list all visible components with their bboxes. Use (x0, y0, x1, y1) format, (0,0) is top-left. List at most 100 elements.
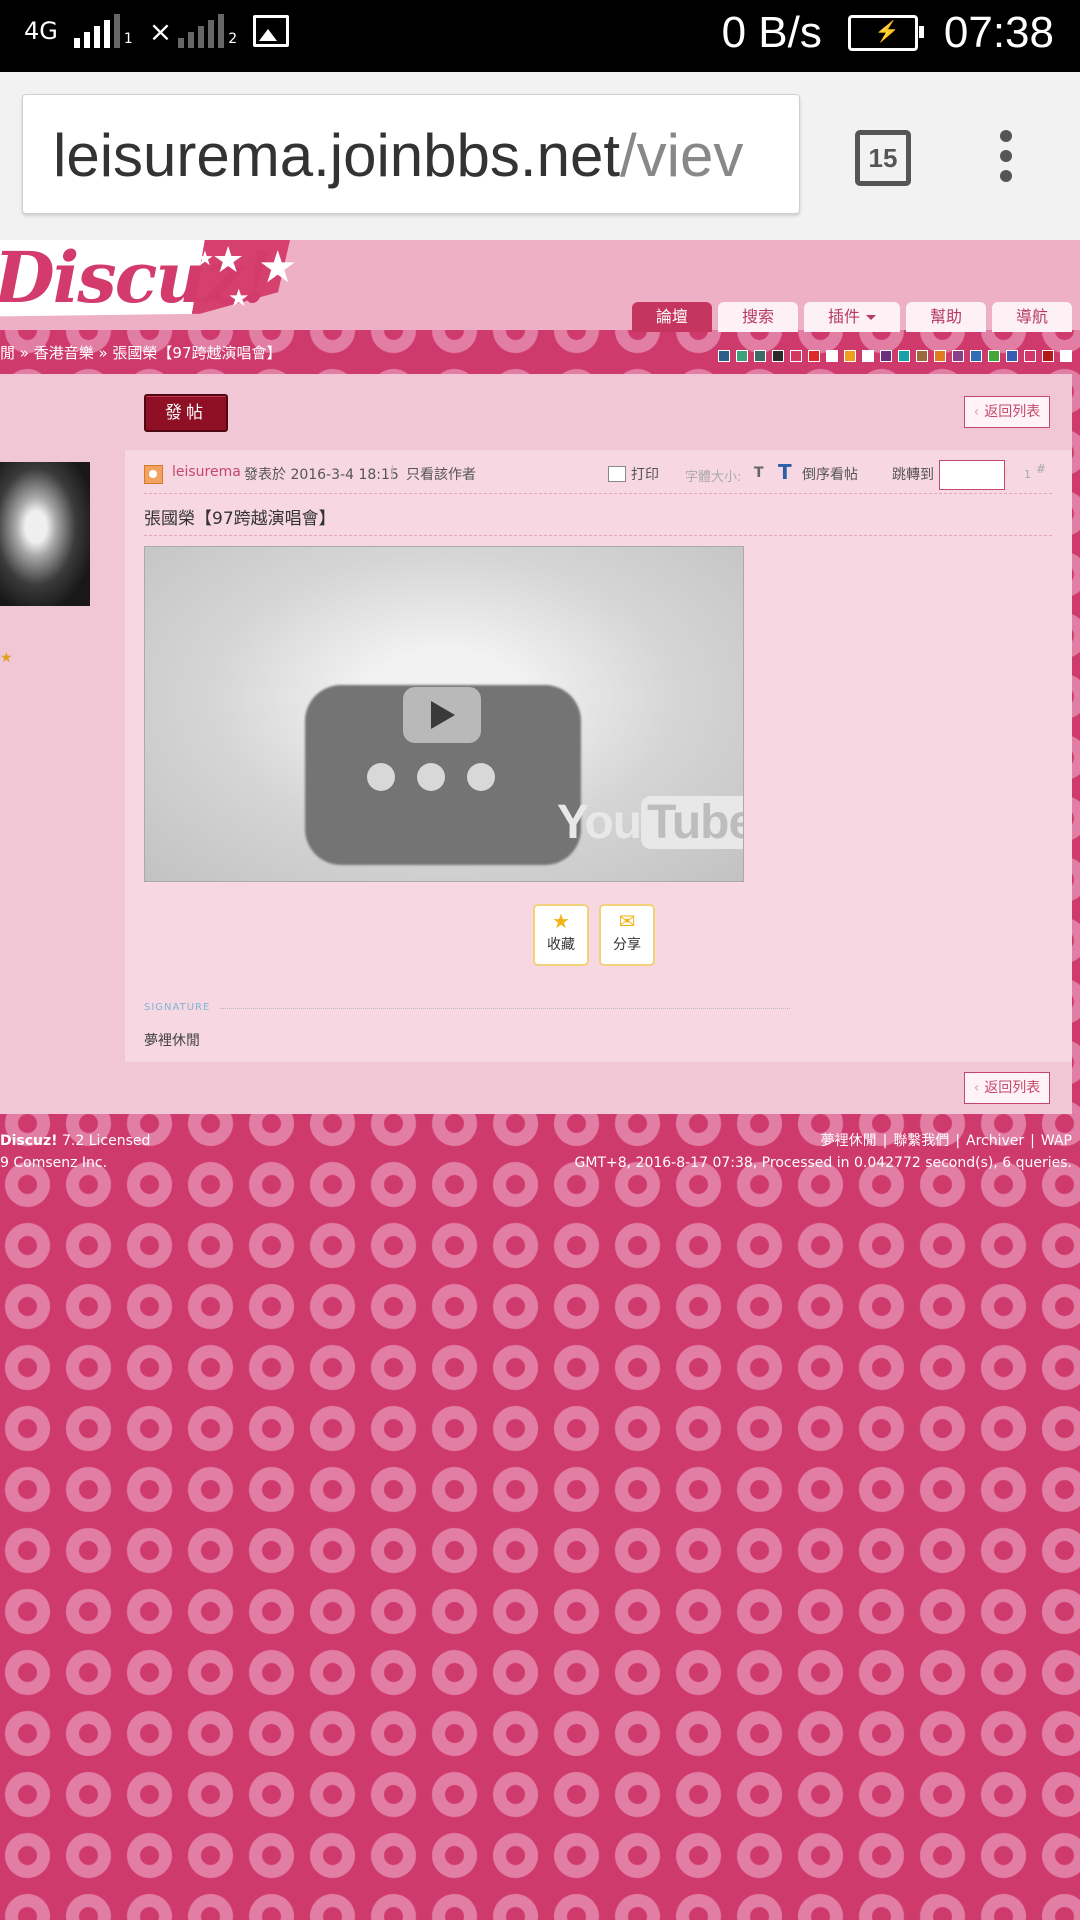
theme-swatch[interactable] (736, 350, 748, 362)
star-icon: ★ (228, 284, 250, 312)
footer-stats: GMT+8, 2016-8-17 07:38, Processed in 0.0… (574, 1155, 1072, 1171)
nav-tab-forum[interactable]: 論壇 (631, 302, 712, 332)
chevron-down-icon (865, 315, 876, 320)
theme-color-picker (718, 350, 1072, 362)
main-nav: 論壇 搜索 插件 幫助 導航 (631, 302, 1072, 332)
theme-swatch[interactable] (898, 350, 910, 362)
tab-switcher-button[interactable]: 15 (855, 130, 911, 186)
separator: | (390, 464, 395, 480)
theme-swatch[interactable] (1042, 350, 1054, 362)
theme-swatch[interactable] (1060, 350, 1072, 362)
printer-icon[interactable] (608, 466, 626, 482)
nav-tab-navigation[interactable]: 導航 (991, 302, 1072, 332)
play-icon[interactable] (403, 687, 481, 743)
only-author-link[interactable]: 只看該作者 (406, 464, 476, 484)
envelope-icon: ✉ (618, 909, 636, 933)
new-post-button[interactable]: 發帖 (144, 394, 228, 432)
theme-swatch[interactable] (790, 350, 802, 362)
address-bar[interactable]: leisurema.joinbbs.net/viev (22, 94, 800, 214)
theme-swatch[interactable] (1006, 350, 1018, 362)
footer-link-archiver[interactable]: Archiver (966, 1133, 1024, 1149)
reverse-order-icon[interactable]: T (778, 460, 792, 484)
theme-swatch[interactable] (970, 350, 982, 362)
theme-swatch[interactable] (880, 350, 892, 362)
print-link[interactable]: 打印 (631, 464, 659, 484)
nav-tab-search[interactable]: 搜索 (717, 302, 798, 332)
image-notification-icon (253, 15, 290, 47)
goto-arrow-icon[interactable]: › (1004, 464, 1010, 480)
footer-license: Discuz! 7.2 Licensed (0, 1130, 150, 1152)
theme-swatch[interactable] (844, 350, 856, 362)
theme-swatch[interactable] (718, 350, 730, 362)
network-speed: 0 B/s (721, 8, 822, 57)
breadcrumb[interactable]: 閒 » 香港音樂 » 張國榮【97跨越演唱會】 (0, 342, 282, 363)
footer-link-wap[interactable]: WAP (1041, 1133, 1072, 1149)
loading-dots-icon (367, 763, 495, 791)
nav-tab-plugins[interactable]: 插件 (803, 302, 900, 332)
favorite-button[interactable]: ★ 收藏 (533, 904, 589, 966)
status-bar: 4G 1 × 2 0 B/s ⚡ 07:38 (0, 0, 1080, 72)
footer-company: 9 Comsenz Inc. (0, 1155, 108, 1171)
theme-swatch[interactable] (772, 350, 784, 362)
divider (144, 493, 1052, 494)
post-permalink[interactable]: # (1036, 462, 1046, 476)
signal-sim1-icon (73, 14, 120, 48)
sim2-label: 2 (228, 31, 238, 47)
post-info-bar: leisurema 發表於 2016-3-4 18:15 | 只看該作者 打印 … (144, 460, 1050, 492)
theme-swatch[interactable] (826, 350, 838, 362)
footer-brand[interactable]: Discuz! (0, 1133, 58, 1149)
reverse-order-link[interactable]: 倒序看帖 (802, 464, 858, 484)
youtube-embed[interactable]: You Tube (144, 546, 744, 882)
author-link[interactable]: leisurema (172, 464, 241, 480)
theme-swatch[interactable] (988, 350, 1000, 362)
footer-link-home[interactable]: 夢裡休閒 (821, 1133, 877, 1149)
youtube-logo-tube: Tube (641, 796, 743, 849)
breadcrumb-bar: 閒 » 香港音樂 » 張國榮【97跨越演唱會】 (0, 330, 1080, 374)
status-right: 0 B/s ⚡ 07:38 (722, 8, 1054, 58)
share-button[interactable]: ✉ 分享 (599, 904, 655, 966)
url-host: leisurema.joinbbs.net (53, 122, 620, 189)
thread-content: ★ 發帖 返回列表 leisurema 發表於 2016-3-4 18:15 |… (0, 374, 1072, 1114)
user-online-icon (144, 465, 163, 484)
overflow-menu-icon[interactable] (1000, 130, 1014, 182)
divider (144, 535, 1052, 536)
signature-text: 夢裡休閒 (144, 1033, 200, 1049)
signature-label: SIGNATURE (144, 1002, 211, 1013)
theme-swatch[interactable] (862, 350, 874, 362)
favorite-label: 收藏 (547, 937, 575, 953)
clock: 07:38 (943, 8, 1054, 57)
post-date: 發表於 2016-3-4 18:15 (244, 467, 399, 483)
back-to-list-button[interactable]: 返回列表 (964, 396, 1050, 428)
separator: | (955, 1133, 961, 1149)
theme-swatch[interactable] (934, 350, 946, 362)
user-rank-star-icon: ★ (0, 650, 13, 666)
theme-swatch[interactable] (754, 350, 766, 362)
signal-sim2-icon (178, 14, 225, 48)
goto-floor-input[interactable] (939, 460, 1005, 490)
theme-swatch[interactable] (808, 350, 820, 362)
thread-toolbar (125, 374, 1072, 450)
avatar[interactable] (0, 462, 90, 606)
nav-tab-help[interactable]: 幫助 (905, 302, 986, 332)
author-sidebar: ★ (0, 374, 125, 1114)
footer-info: 夢裡休閒 | 聯繫我們 | Archiver | WAP GMT+8, 2016-8-17 … (575, 1130, 1072, 1174)
network-type: 4G (24, 17, 58, 45)
youtube-logo: You Tube (557, 795, 743, 850)
theme-swatch[interactable] (916, 350, 928, 362)
separator: | (1030, 1133, 1035, 1149)
post-number: 1 (1024, 468, 1031, 481)
post-title: 張國榮【97跨越演唱會】 (144, 509, 336, 529)
footer-links: 夢裡休閒 | 聯繫我們 | Archiver | WAP (575, 1130, 1072, 1152)
font-size-toggle[interactable]: T (754, 465, 764, 481)
theme-swatch[interactable] (1024, 350, 1036, 362)
theme-swatch[interactable] (952, 350, 964, 362)
font-size-label: 字體大小: (685, 470, 742, 485)
footer-link-contact[interactable]: 聯繫我們 (893, 1133, 949, 1149)
back-to-list-button-bottom[interactable]: 返回列表 (964, 1072, 1050, 1104)
separator: | (882, 1133, 888, 1149)
signature-divider (220, 1008, 790, 1009)
url-path: /viev (619, 122, 744, 189)
goto-label: 跳轉到 (892, 467, 934, 483)
thread-bottom-bar (0, 1062, 1072, 1114)
sim1-label: 1 (123, 31, 133, 47)
